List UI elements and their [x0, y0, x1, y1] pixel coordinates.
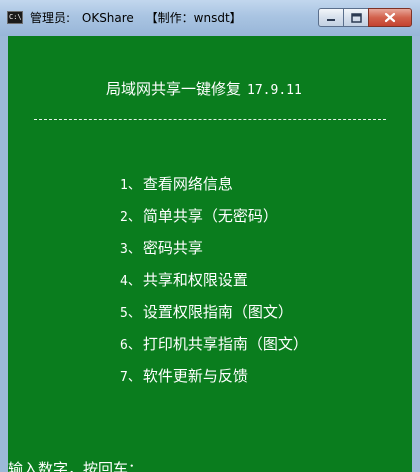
menu-item-network-info: 1、 查看网络信息: [120, 172, 308, 204]
menu-item-share-permissions: 4、 共享和权限设置: [120, 268, 308, 300]
menu-item-number: 5、: [120, 306, 141, 321]
menu-item-label: 查看网络信息: [142, 175, 233, 193]
menu-item-label: 简单共享（无密码）: [142, 207, 278, 225]
menu-item-label: 共享和权限设置: [142, 271, 248, 289]
close-button[interactable]: [368, 8, 412, 27]
menu-item-permission-guide: 5、 设置权限指南（图文）: [120, 300, 308, 332]
header-title: 局域网共享一键修复: [106, 80, 242, 98]
console-window: C:\. 管理员: OKShare 【制作：wnsdt】: [0, 0, 420, 472]
menu-item-update-feedback: 7、 软件更新与反馈: [120, 364, 308, 396]
close-icon: [384, 12, 396, 23]
console-content[interactable]: 局域网共享一键修复 17.9.11 1、 查看网络信息 2、 简单共享（无密码） 3、…: [8, 36, 412, 472]
menu-item-number: 4、: [120, 274, 141, 289]
header-line: 局域网共享一键修复 17.9.11: [106, 78, 302, 100]
title-role: 管理员:: [30, 11, 71, 25]
dashed-separator: [34, 119, 386, 120]
menu-item-number: 2、: [120, 210, 141, 225]
menu-item-simple-share: 2、 简单共享（无密码）: [120, 204, 308, 236]
minimize-icon: [327, 18, 335, 21]
minimize-button[interactable]: [318, 8, 344, 27]
caption-buttons: [318, 8, 412, 28]
menu-item-password-share: 3、 密码共享: [120, 236, 308, 268]
input-prompt[interactable]: 输入数字，按回车：: [8, 458, 143, 472]
menu-item-label: 软件更新与反馈: [142, 367, 248, 385]
window-title: 管理员: OKShare 【制作：wnsdt】: [30, 9, 242, 27]
menu-item-label: 密码共享: [142, 239, 203, 257]
menu-list: 1、 查看网络信息 2、 简单共享（无密码） 3、 密码共享 4、 共享和权限设置 5、…: [120, 172, 308, 396]
menu-item-number: 1、: [120, 178, 141, 193]
menu-item-label: 打印机共享指南（图文）: [142, 335, 308, 353]
menu-item-number: 7、: [120, 370, 141, 385]
menu-item-number: 6、: [120, 338, 141, 353]
title-bar[interactable]: C:\. 管理员: OKShare 【制作：wnsdt】: [0, 0, 420, 36]
maximize-icon: [350, 12, 362, 23]
header-version: 17.9.11: [247, 83, 302, 98]
console-app-icon[interactable]: C:\.: [7, 11, 23, 24]
menu-item-label: 设置权限指南（图文）: [142, 303, 293, 321]
title-app-name: OKShare: [81, 11, 134, 25]
title-credit: 【制作：wnsdt】: [145, 11, 242, 25]
maximize-button[interactable]: [343, 8, 369, 27]
menu-item-number: 3、: [120, 242, 141, 257]
menu-item-printer-guide: 6、 打印机共享指南（图文）: [120, 332, 308, 364]
